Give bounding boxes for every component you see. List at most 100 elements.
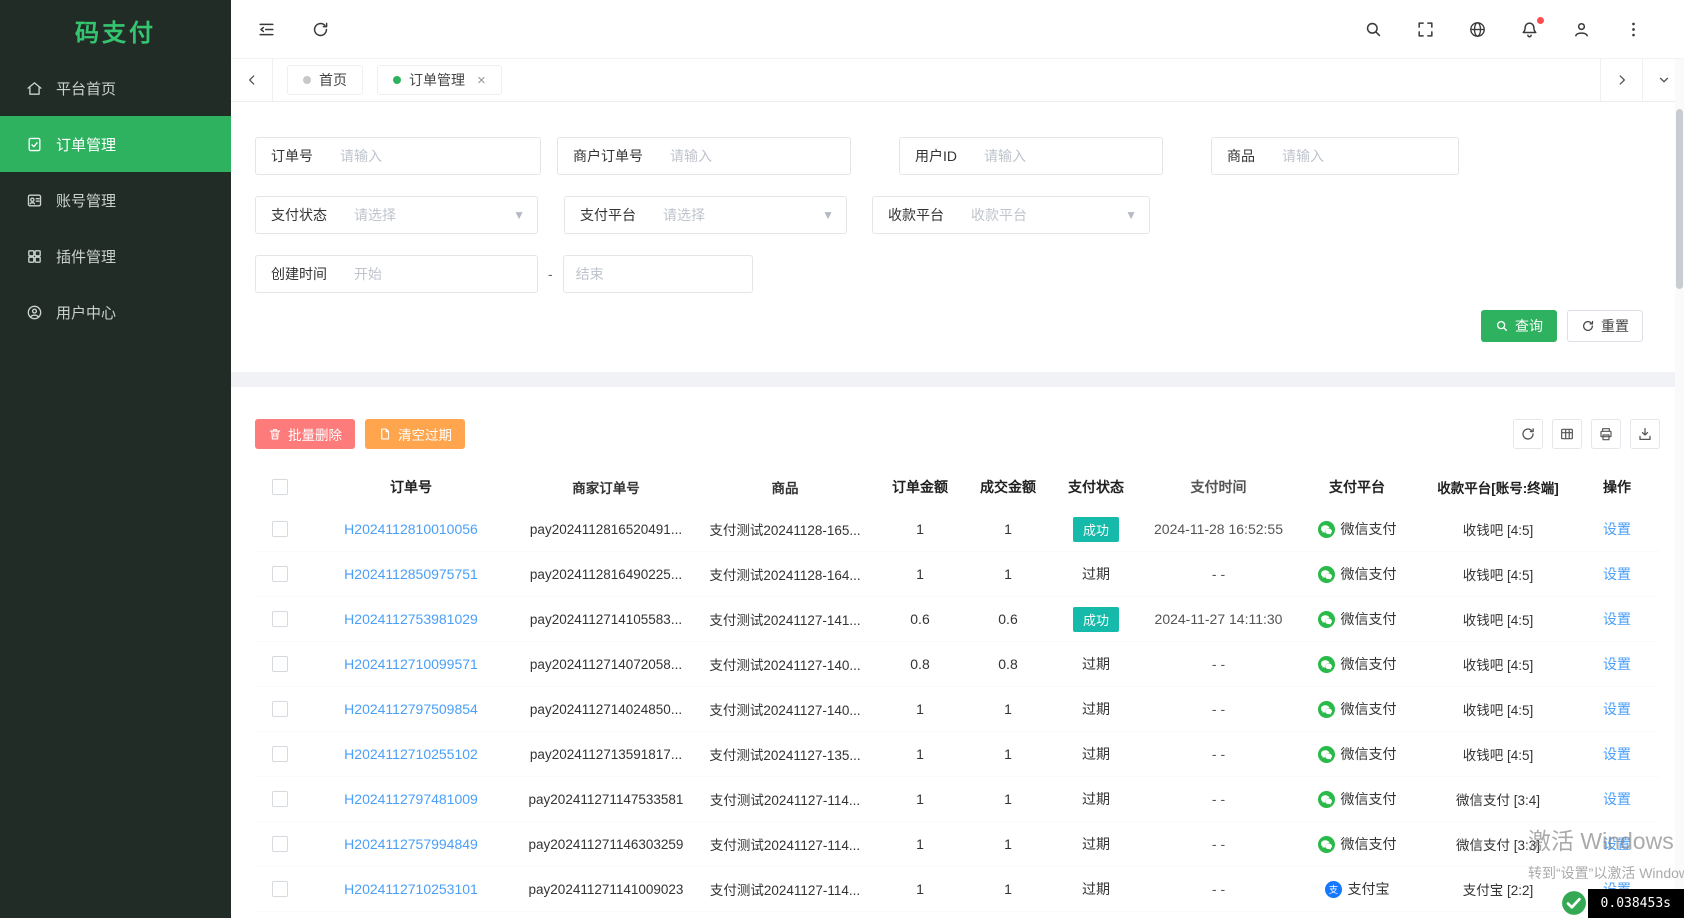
topbar-right <box>1362 17 1644 40</box>
trash-icon <box>269 429 281 440</box>
table-row: H2024112810010056 pay2024112816520491...… <box>255 507 1660 552</box>
pay-status-select[interactable]: 请选择 ▼ <box>342 197 537 233</box>
order-id-link[interactable]: H2024112850975751 <box>344 566 478 582</box>
more-icon[interactable] <box>1622 18 1644 40</box>
user-id-input[interactable] <box>972 138 1162 174</box>
start-date-input[interactable] <box>342 256 537 292</box>
pay-status-badge: 过期 <box>1082 791 1110 807</box>
filter-label: 订单号 <box>271 148 313 164</box>
chevron-down-icon: ▼ <box>822 208 834 222</box>
row-checkbox[interactable] <box>272 611 288 627</box>
sidebar-item-accounts[interactable]: 账号管理 <box>0 172 231 228</box>
refresh-icon <box>1583 320 1594 331</box>
merchant-no-input[interactable] <box>658 138 850 174</box>
filter-label: 创建时间 <box>271 266 327 282</box>
filter-order-no: 订单号 <box>255 137 541 175</box>
platform-name: 支付宝 <box>1347 881 1390 897</box>
settings-link[interactable]: 设置 <box>1603 789 1631 809</box>
select-placeholder: 请选择 <box>354 207 396 223</box>
notification-dot <box>1537 17 1544 24</box>
search-icon[interactable] <box>1362 18 1384 40</box>
tab-orders[interactable]: 订单管理 × <box>377 65 502 95</box>
order-id-link[interactable]: H2024112757994849 <box>344 836 478 852</box>
order-id-link[interactable]: H2024112797509854 <box>344 701 478 717</box>
pay-status-badge: 过期 <box>1082 566 1110 582</box>
product-name: 支付测试20241127-114... <box>709 883 861 898</box>
column-header-4: 成交金额 <box>980 479 1036 495</box>
collapse-sidebar-icon[interactable] <box>255 18 277 40</box>
tabs-scroll-left-icon[interactable] <box>231 59 273 101</box>
product-name: 支付测试20241127-114... <box>709 793 861 808</box>
tab-home[interactable]: 首页 <box>287 65 363 95</box>
scrollbar-thumb[interactable] <box>1676 109 1683 289</box>
row-checkbox[interactable] <box>272 746 288 762</box>
batch-delete-label: 批量删除 <box>288 428 342 443</box>
fullscreen-icon[interactable] <box>1414 18 1436 40</box>
paid-amount: 1 <box>1004 701 1012 717</box>
sidebar-item-user-center[interactable]: 用户中心 <box>0 284 231 340</box>
home-icon <box>27 81 42 95</box>
end-date-input[interactable] <box>563 256 752 292</box>
user-avatar-icon[interactable] <box>1570 18 1592 40</box>
sidebar-item-plugins[interactable]: 插件管理 <box>0 228 231 284</box>
product-input[interactable] <box>1270 138 1458 174</box>
refresh-page-icon[interactable] <box>309 18 331 40</box>
pay-status-badge: 过期 <box>1082 701 1110 717</box>
settings-link[interactable]: 设置 <box>1603 699 1631 719</box>
pay-status-badge: 过期 <box>1082 881 1110 897</box>
merchant-order-no: pay2024112714024850... <box>529 701 683 717</box>
reset-button[interactable]: 重置 <box>1567 310 1643 342</box>
settings-link[interactable]: 设置 <box>1603 609 1631 629</box>
content-area: 订单号 商户订单号 用户ID 商品 <box>231 102 1684 918</box>
search-button[interactable]: 查询 <box>1481 310 1557 342</box>
clear-expired-button[interactable]: 清空过期 <box>365 419 465 449</box>
select-all-checkbox[interactable] <box>272 479 288 495</box>
order-id-link[interactable]: H2024112710099571 <box>344 656 478 672</box>
row-checkbox[interactable] <box>272 656 288 672</box>
globe-icon[interactable] <box>1466 18 1488 40</box>
row-checkbox[interactable] <box>272 836 288 852</box>
column-header-3: 订单金额 <box>892 479 948 495</box>
pay-status-badge: 过期 <box>1082 836 1110 852</box>
sidebar-item-home[interactable]: 平台首页 <box>0 60 231 116</box>
vertical-scrollbar[interactable] <box>1675 59 1684 918</box>
sidebar-item-orders[interactable]: 订单管理 <box>0 116 231 172</box>
card-gap <box>231 372 1684 387</box>
settings-link[interactable]: 设置 <box>1603 564 1631 584</box>
pay-time: - - <box>1211 881 1226 897</box>
tab-close-icon[interactable]: × <box>477 73 486 88</box>
order-id-link[interactable]: H2024112710253101 <box>344 881 478 897</box>
export-icon[interactable] <box>1630 419 1660 449</box>
merchant-order-no: pay2024112816490225... <box>529 566 683 582</box>
order-no-input[interactable] <box>328 138 540 174</box>
print-icon[interactable] <box>1591 419 1621 449</box>
columns-icon[interactable] <box>1552 419 1582 449</box>
order-id-link[interactable]: H2024112797481009 <box>344 791 478 807</box>
order-id-link[interactable]: H2024112810010056 <box>344 521 478 537</box>
settings-link[interactable]: 设置 <box>1603 834 1631 854</box>
tabs-scroll-right-icon[interactable] <box>1600 59 1642 101</box>
order-id-link[interactable]: H2024112710255102 <box>344 746 478 762</box>
settings-link[interactable]: 设置 <box>1603 654 1631 674</box>
bell-icon[interactable] <box>1518 17 1544 40</box>
order-id-link[interactable]: H2024112753981029 <box>344 611 478 627</box>
pay-platform-select[interactable]: 请选择 ▼ <box>651 197 846 233</box>
row-checkbox[interactable] <box>272 881 288 897</box>
search-icon <box>1496 320 1508 332</box>
pay-time: - - <box>1211 701 1226 717</box>
table-refresh-icon[interactable] <box>1513 419 1543 449</box>
row-checkbox[interactable] <box>272 701 288 717</box>
collect-platform-select[interactable]: 收款平台 ▼ <box>959 197 1149 233</box>
settings-link[interactable]: 设置 <box>1603 519 1631 539</box>
row-checkbox[interactable] <box>272 521 288 537</box>
filter-product: 商品 <box>1211 137 1459 175</box>
row-checkbox[interactable] <box>272 566 288 582</box>
batch-delete-button[interactable]: 批量删除 <box>255 419 355 449</box>
orders-table-panel: 批量删除 清空过期 订单号 商家订单号 商品 订单金额 成交金额 支付状态 支付… <box>231 387 1684 918</box>
column-header-0: 订单号 <box>390 479 432 495</box>
wechat-pay-icon <box>1317 700 1335 718</box>
order-amount: 1 <box>916 566 924 582</box>
pay-status-badge: 成功 <box>1072 516 1119 542</box>
settings-link[interactable]: 设置 <box>1603 744 1631 764</box>
row-checkbox[interactable] <box>272 791 288 807</box>
